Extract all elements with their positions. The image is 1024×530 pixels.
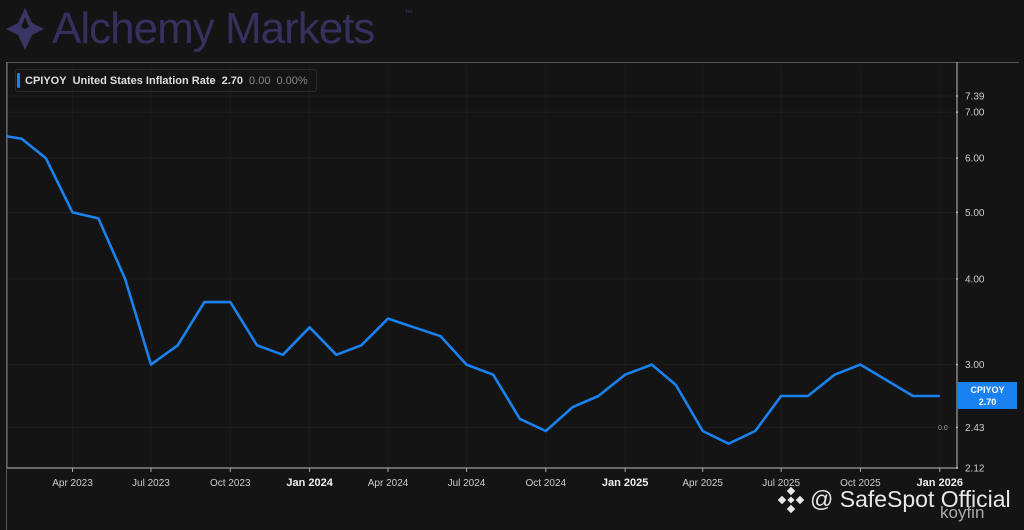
price-tag: CPIYOY 2.70 — [958, 382, 1017, 409]
series-line-cpiyoy — [7, 134, 940, 445]
legend-last: 2.70 — [221, 74, 244, 87]
y-tick-label: 6.00 — [965, 154, 985, 165]
y-tick-label: 7.00 — [965, 108, 985, 119]
y-tick-label: 2.12 — [965, 464, 985, 475]
x-tick-label: Jul 2024 — [448, 478, 486, 489]
x-tick-label: Jan 2024 — [286, 477, 333, 489]
x-tick-label: Oct 2023 — [210, 478, 251, 489]
zero-label: 0.0 — [938, 425, 948, 432]
price-tag-ticker: CPIYOY — [970, 385, 1005, 395]
legend-change-pct: 0.00% — [276, 74, 308, 87]
x-tick-label: Jan 2025 — [602, 477, 648, 489]
y-tick-label: 3.00 — [965, 360, 985, 371]
binance-icon — [778, 486, 804, 513]
legend-change: 0.00 — [249, 74, 271, 87]
x-tick-label: Apr 2025 — [682, 478, 723, 489]
x-tick-label: Oct 2024 — [525, 478, 566, 489]
legend-ticker: CPIYOY — [25, 74, 67, 87]
x-tick-label: Apr 2023 — [52, 478, 93, 489]
koyfin-logo: koyfin — [940, 503, 985, 522]
y-tick-label: 2.43 — [965, 423, 985, 434]
y-tick-label: 7.39 — [965, 92, 985, 103]
y-tick-label: 4.00 — [965, 274, 985, 285]
legend-name: United States Inflation Rate — [72, 74, 216, 87]
y-tick-label: 5.00 — [965, 208, 985, 219]
series-color-marker — [17, 73, 20, 88]
x-tick-label: Apr 2024 — [368, 478, 409, 489]
price-tag-value: 2.70 — [978, 397, 997, 407]
legend[interactable]: CPIYOY United States Inflation Rate 2.70… — [15, 69, 317, 92]
x-tick-label: Jul 2023 — [132, 478, 170, 489]
